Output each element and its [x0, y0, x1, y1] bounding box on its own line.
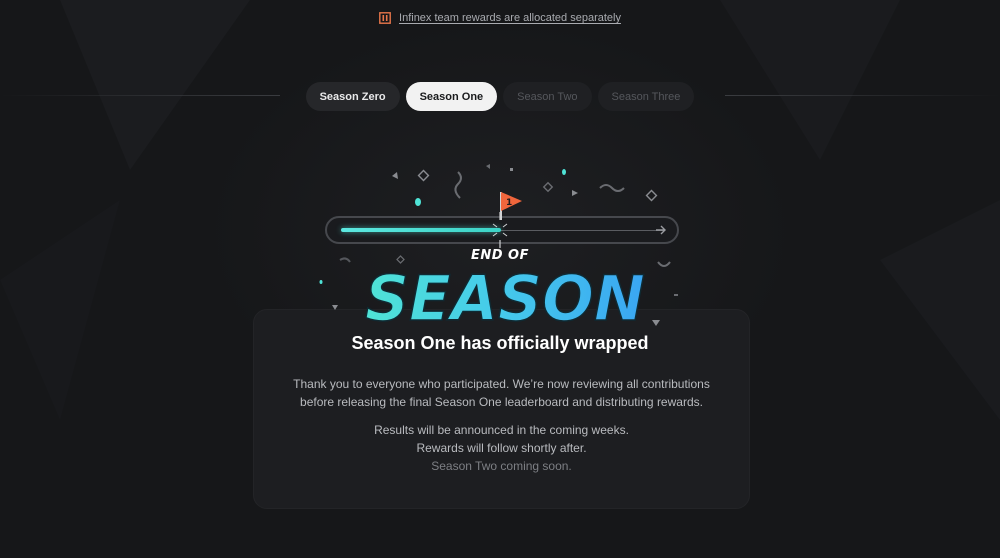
season-progress-bar [325, 212, 679, 248]
rewards-notice: Infinex team rewards are allocated separ… [0, 12, 1000, 24]
tab-season-two: Season Two [503, 82, 592, 111]
flag-number: 1 [506, 198, 512, 208]
season-headline: SEASON [364, 261, 646, 330]
tab-season-zero[interactable]: Season Zero [305, 82, 400, 111]
infinex-logo-icon [379, 12, 391, 24]
card-text-line: Results will be announced in the coming … [374, 423, 629, 437]
season-headline-text: SEASON [365, 262, 645, 330]
tab-season-one[interactable]: Season One [405, 82, 498, 111]
page: Infinex team rewards are allocated separ… [0, 0, 1000, 558]
arrow-right-icon [656, 225, 666, 235]
tab-season-three: Season Three [597, 82, 695, 111]
card-text-line: Thank you to everyone who participated. … [293, 377, 710, 391]
card-title: Season One has officially wrapped [351, 333, 649, 353]
card-text-line: before releasing the final Season One le… [300, 395, 703, 409]
end-of-season-illustration: 1 END OF SEASON [300, 160, 700, 340]
card-body: Thank you to everyone who participated. … [253, 375, 750, 475]
card-text-line: Rewards will follow shortly after. [416, 441, 587, 455]
flag-icon: 1 [500, 192, 522, 220]
progress-track [497, 230, 663, 231]
card-footer-text: Season Two coming soon. [431, 459, 572, 473]
progress-fill [341, 228, 501, 232]
season-tabs: Season Zero Season One Season Two Season… [0, 82, 1000, 111]
rewards-notice-link[interactable]: Infinex team rewards are allocated separ… [399, 12, 621, 24]
